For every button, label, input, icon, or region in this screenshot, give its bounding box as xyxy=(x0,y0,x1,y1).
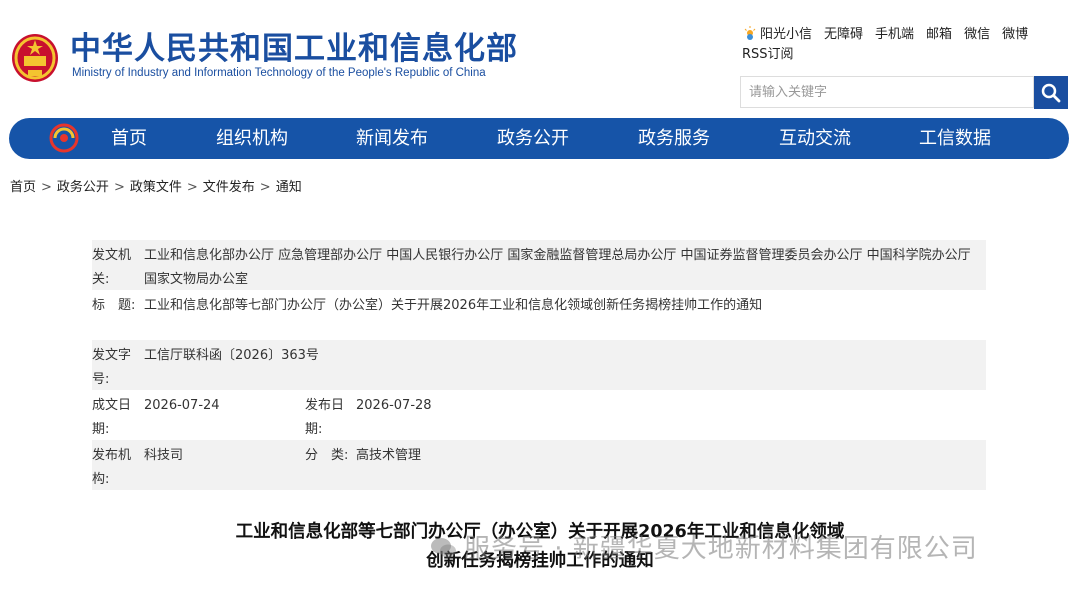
title-value: 工业和信息化部等七部门办公厅（办公室）关于开展2026年工业和信息化领域创新任务… xyxy=(144,298,763,313)
site-title[interactable]: 中华人民共和国工业和信息化部 xyxy=(70,30,518,68)
title-label: 标 题: xyxy=(92,298,136,313)
top-link-mail[interactable]: 邮箱 xyxy=(926,25,952,45)
site-subtitle: Ministry of Industry and Information Tec… xyxy=(72,67,486,79)
issuer-label: 发文机关: xyxy=(92,248,132,287)
category-value: 高技术管理 xyxy=(356,448,422,463)
meta-row-issuer: 发文机关: 工业和信息化部办公厅 应急管理部办公厅 中国人民银行办公厅 国家金融… xyxy=(92,240,986,290)
top-links: 阳光小信 无障碍 手机端 邮箱 微信 微博 RSS订阅 xyxy=(742,25,1062,65)
breadcrumb-separator: > xyxy=(113,180,125,195)
search-input[interactable] xyxy=(740,76,1034,108)
breadcrumb-separator: > xyxy=(41,180,52,195)
top-link-sunshine[interactable]: 阳光小信 xyxy=(742,25,812,45)
nav-interaction[interactable]: 互动交流 xyxy=(779,118,851,159)
nav-home[interactable]: 首页 xyxy=(111,118,147,159)
breadcrumb-home[interactable]: 首页 xyxy=(10,180,36,195)
national-emblem-logo xyxy=(12,34,58,82)
top-link-weibo[interactable]: 微博 xyxy=(1002,25,1028,45)
sunshine-icon xyxy=(744,26,756,40)
docno-value: 工信厅联科函〔2026〕363号 xyxy=(144,348,319,363)
published-date-label: 发布日期: xyxy=(305,398,345,437)
wechat-watermark-icon xyxy=(431,538,456,558)
nav-organization[interactable]: 组织机构 xyxy=(216,118,288,159)
watermark: 服务号 · 新疆华夏大地新材料集团有限公司 xyxy=(430,528,978,565)
meta-row-org: 发布机构: 科技司 分 类: 高技术管理 xyxy=(92,440,986,490)
top-link-rss[interactable]: RSS订阅 xyxy=(742,45,794,65)
top-link-wechat[interactable]: 微信 xyxy=(964,25,990,45)
issuer-value: 工业和信息化部办公厅 应急管理部办公厅 中国人民银行办公厅 国家金融监督管理总局… xyxy=(144,248,971,287)
published-date-value: 2026-07-28 xyxy=(356,398,432,413)
main-nav: 首页 组织机构 新闻发布 政务公开 政务服务 互动交流 工信数据 xyxy=(9,118,1069,159)
top-link-label: 阳光小信 xyxy=(760,27,813,42)
breadcrumb-separator: > xyxy=(259,180,271,195)
written-date-label: 成文日期: xyxy=(92,398,132,437)
org-label: 发布机构: xyxy=(92,448,132,487)
meta-row-docno: 发文字号: 工信厅联科函〔2026〕363号 xyxy=(92,340,986,390)
watermark-text: 服务号 · 新疆华夏大地新材料集团有限公司 xyxy=(464,534,978,564)
meta-row-dates: 成文日期: 2026-07-24 发布日期: 2026-07-28 xyxy=(92,390,986,440)
breadcrumb-separator: > xyxy=(186,180,198,195)
docno-label: 发文字号: xyxy=(92,348,132,387)
document-meta-table: 发文机关: 工业和信息化部办公厅 应急管理部办公厅 中国人民银行办公厅 国家金融… xyxy=(92,240,986,490)
breadcrumb-government-affairs[interactable]: 政务公开 xyxy=(57,180,109,195)
breadcrumb-policy-documents[interactable]: 政策文件 xyxy=(130,180,182,195)
search-button[interactable] xyxy=(1034,76,1068,109)
breadcrumb-notice[interactable]: 通知 xyxy=(276,180,302,195)
category-label: 分 类: xyxy=(305,448,349,463)
ministry-logo-icon xyxy=(49,123,79,153)
org-value: 科技司 xyxy=(144,448,184,463)
nav-data[interactable]: 工信数据 xyxy=(919,118,991,159)
top-link-accessibility[interactable]: 无障碍 xyxy=(824,25,863,45)
top-link-mobile[interactable]: 手机端 xyxy=(875,25,914,45)
breadcrumb-file-release[interactable]: 文件发布 xyxy=(203,180,255,195)
nav-government-affairs[interactable]: 政务公开 xyxy=(497,118,569,159)
nav-government-services[interactable]: 政务服务 xyxy=(638,118,710,159)
breadcrumb: 首页 > 政务公开 > 政策文件 > 文件发布 > 通知 xyxy=(10,176,302,195)
search-icon xyxy=(1041,83,1061,102)
written-date-value: 2026-07-24 xyxy=(144,398,220,413)
meta-row-title: 标 题: 工业和信息化部等七部门办公厅（办公室）关于开展2026年工业和信息化领… xyxy=(92,290,986,340)
nav-news[interactable]: 新闻发布 xyxy=(356,118,428,159)
